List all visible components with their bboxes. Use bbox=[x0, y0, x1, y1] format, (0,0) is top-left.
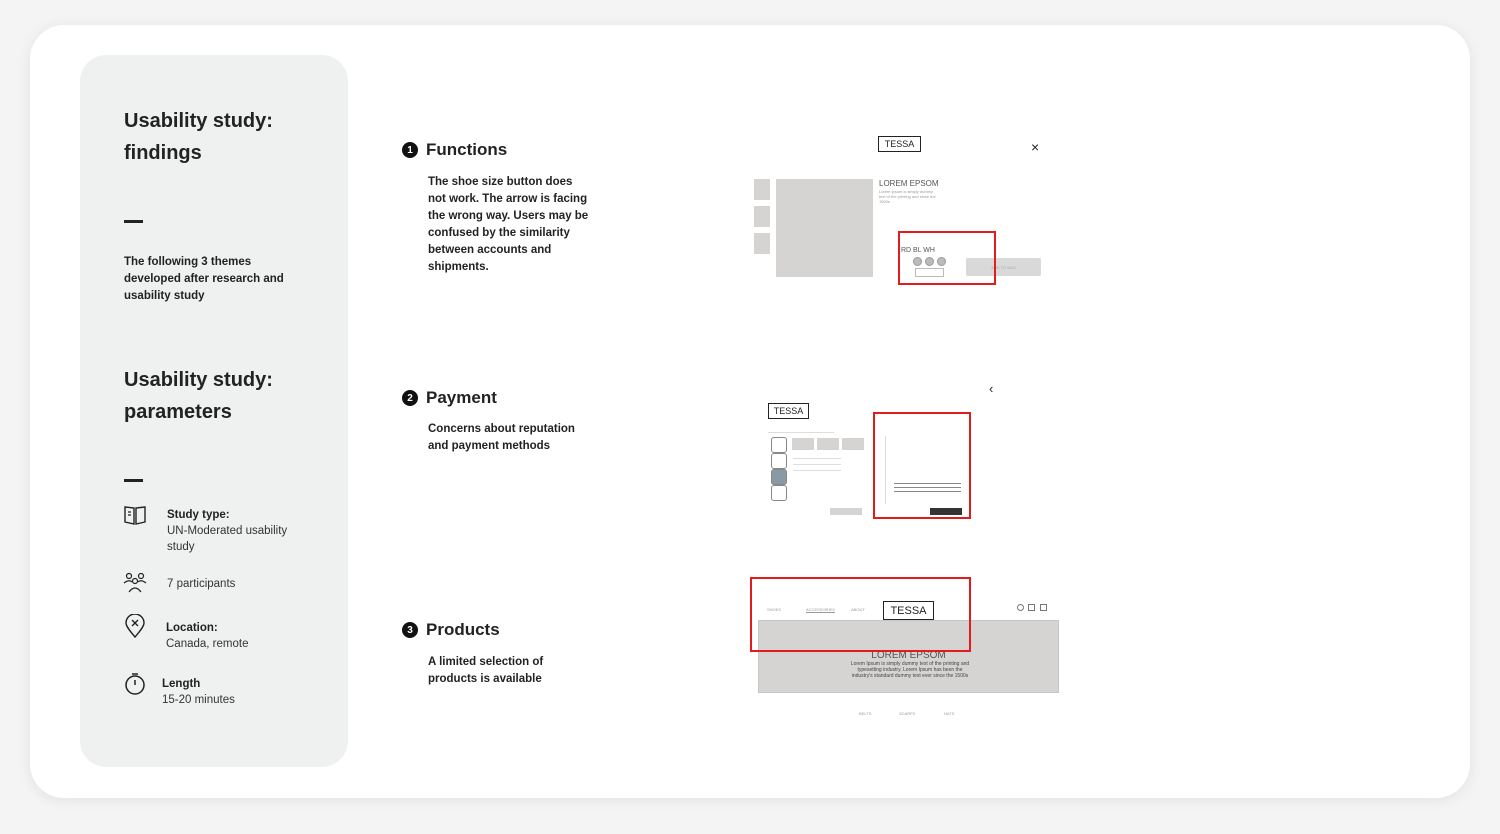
parameters-title: Usability study: parameters bbox=[124, 364, 273, 428]
category-belts[interactable]: BELTS bbox=[859, 711, 871, 716]
parameters-title-line-1: Usability study: bbox=[124, 369, 273, 391]
length: Length 15-20 minutes bbox=[162, 676, 235, 708]
section-title-text: Products bbox=[426, 620, 500, 639]
participants: 7 participants bbox=[167, 578, 236, 590]
section-title-text: Payment bbox=[426, 388, 497, 407]
form-field[interactable] bbox=[793, 464, 841, 465]
mockup-1-body: Lorem Ipsum is simply dummy text of the … bbox=[879, 189, 936, 204]
divider bbox=[124, 220, 143, 223]
timer-icon bbox=[125, 673, 145, 695]
bag-icon[interactable] bbox=[1040, 604, 1047, 611]
section-payment-title: 2 Payment bbox=[402, 388, 497, 408]
form-field[interactable] bbox=[793, 458, 841, 459]
section-products-desc: A limited selection of products is avail… bbox=[428, 656, 544, 685]
section-title-text: Functions bbox=[426, 140, 508, 159]
section-functions-desc: The shoe size button does not work. The … bbox=[428, 176, 589, 273]
back-arrow-icon[interactable]: ‹ bbox=[989, 381, 993, 396]
product-image bbox=[776, 179, 873, 277]
payment-option[interactable] bbox=[817, 438, 839, 450]
section-number: 3 bbox=[402, 622, 418, 638]
payment-option[interactable] bbox=[842, 438, 864, 450]
mockup-1-logo: TESSA bbox=[878, 136, 921, 152]
highlight-box bbox=[898, 231, 996, 285]
study-type-value: UN-Moderated usability study bbox=[167, 525, 288, 553]
length-label: Length bbox=[162, 678, 201, 690]
submit-button[interactable] bbox=[830, 508, 862, 515]
findings-title: Usability study: findings bbox=[124, 105, 273, 169]
thumbnail bbox=[754, 206, 770, 227]
section-payment-desc: Concerns about reputation and payment me… bbox=[428, 423, 575, 452]
hero-body: Lorem Ipsum is simply dummy text of the … bbox=[850, 661, 970, 679]
close-icon: × bbox=[1031, 139, 1040, 155]
intro-text: The following 3 themes developed after r… bbox=[124, 256, 284, 302]
location-value: Canada, remote bbox=[166, 638, 249, 650]
location: Location: Canada, remote bbox=[166, 620, 248, 652]
payment-icon[interactable] bbox=[771, 485, 787, 501]
section-number: 1 bbox=[402, 142, 418, 158]
book-icon bbox=[124, 506, 146, 525]
category-hats[interactable]: HATS bbox=[944, 711, 954, 716]
payment-icon[interactable] bbox=[771, 453, 787, 469]
account-icon[interactable] bbox=[1028, 604, 1035, 611]
location-label: Location: bbox=[166, 622, 218, 634]
mockup-2-logo: TESSA bbox=[768, 403, 809, 419]
location-icon bbox=[125, 614, 145, 638]
section-number: 2 bbox=[402, 390, 418, 406]
payment-icon-selected[interactable] bbox=[771, 469, 787, 485]
participants-icon bbox=[123, 572, 147, 593]
length-value: 15-20 minutes bbox=[162, 694, 235, 706]
payment-option[interactable] bbox=[792, 438, 814, 450]
divider bbox=[124, 479, 143, 482]
findings-title-line-2: findings bbox=[124, 142, 202, 164]
highlight-box bbox=[873, 412, 971, 519]
thumbnail bbox=[754, 233, 770, 254]
category-scarfs[interactable]: SCARFS bbox=[899, 711, 915, 716]
section-functions-title: 1 Functions bbox=[402, 140, 507, 160]
parameters-title-line-2: parameters bbox=[124, 401, 232, 423]
section-products-title: 3 Products bbox=[402, 620, 500, 640]
thumbnail bbox=[754, 179, 770, 200]
highlight-box bbox=[750, 577, 971, 652]
payment-icon[interactable] bbox=[771, 437, 787, 453]
breadcrumb-line bbox=[768, 432, 834, 433]
study-type-label: Study type: bbox=[167, 509, 230, 521]
findings-title-line-1: Usability study: bbox=[124, 110, 273, 132]
form-field[interactable] bbox=[793, 470, 841, 471]
search-icon[interactable] bbox=[1017, 604, 1024, 611]
mockup-1-headline: LOREM EPSOM bbox=[879, 179, 939, 188]
study-type: Study type: UN-Moderated usability study bbox=[167, 507, 317, 555]
